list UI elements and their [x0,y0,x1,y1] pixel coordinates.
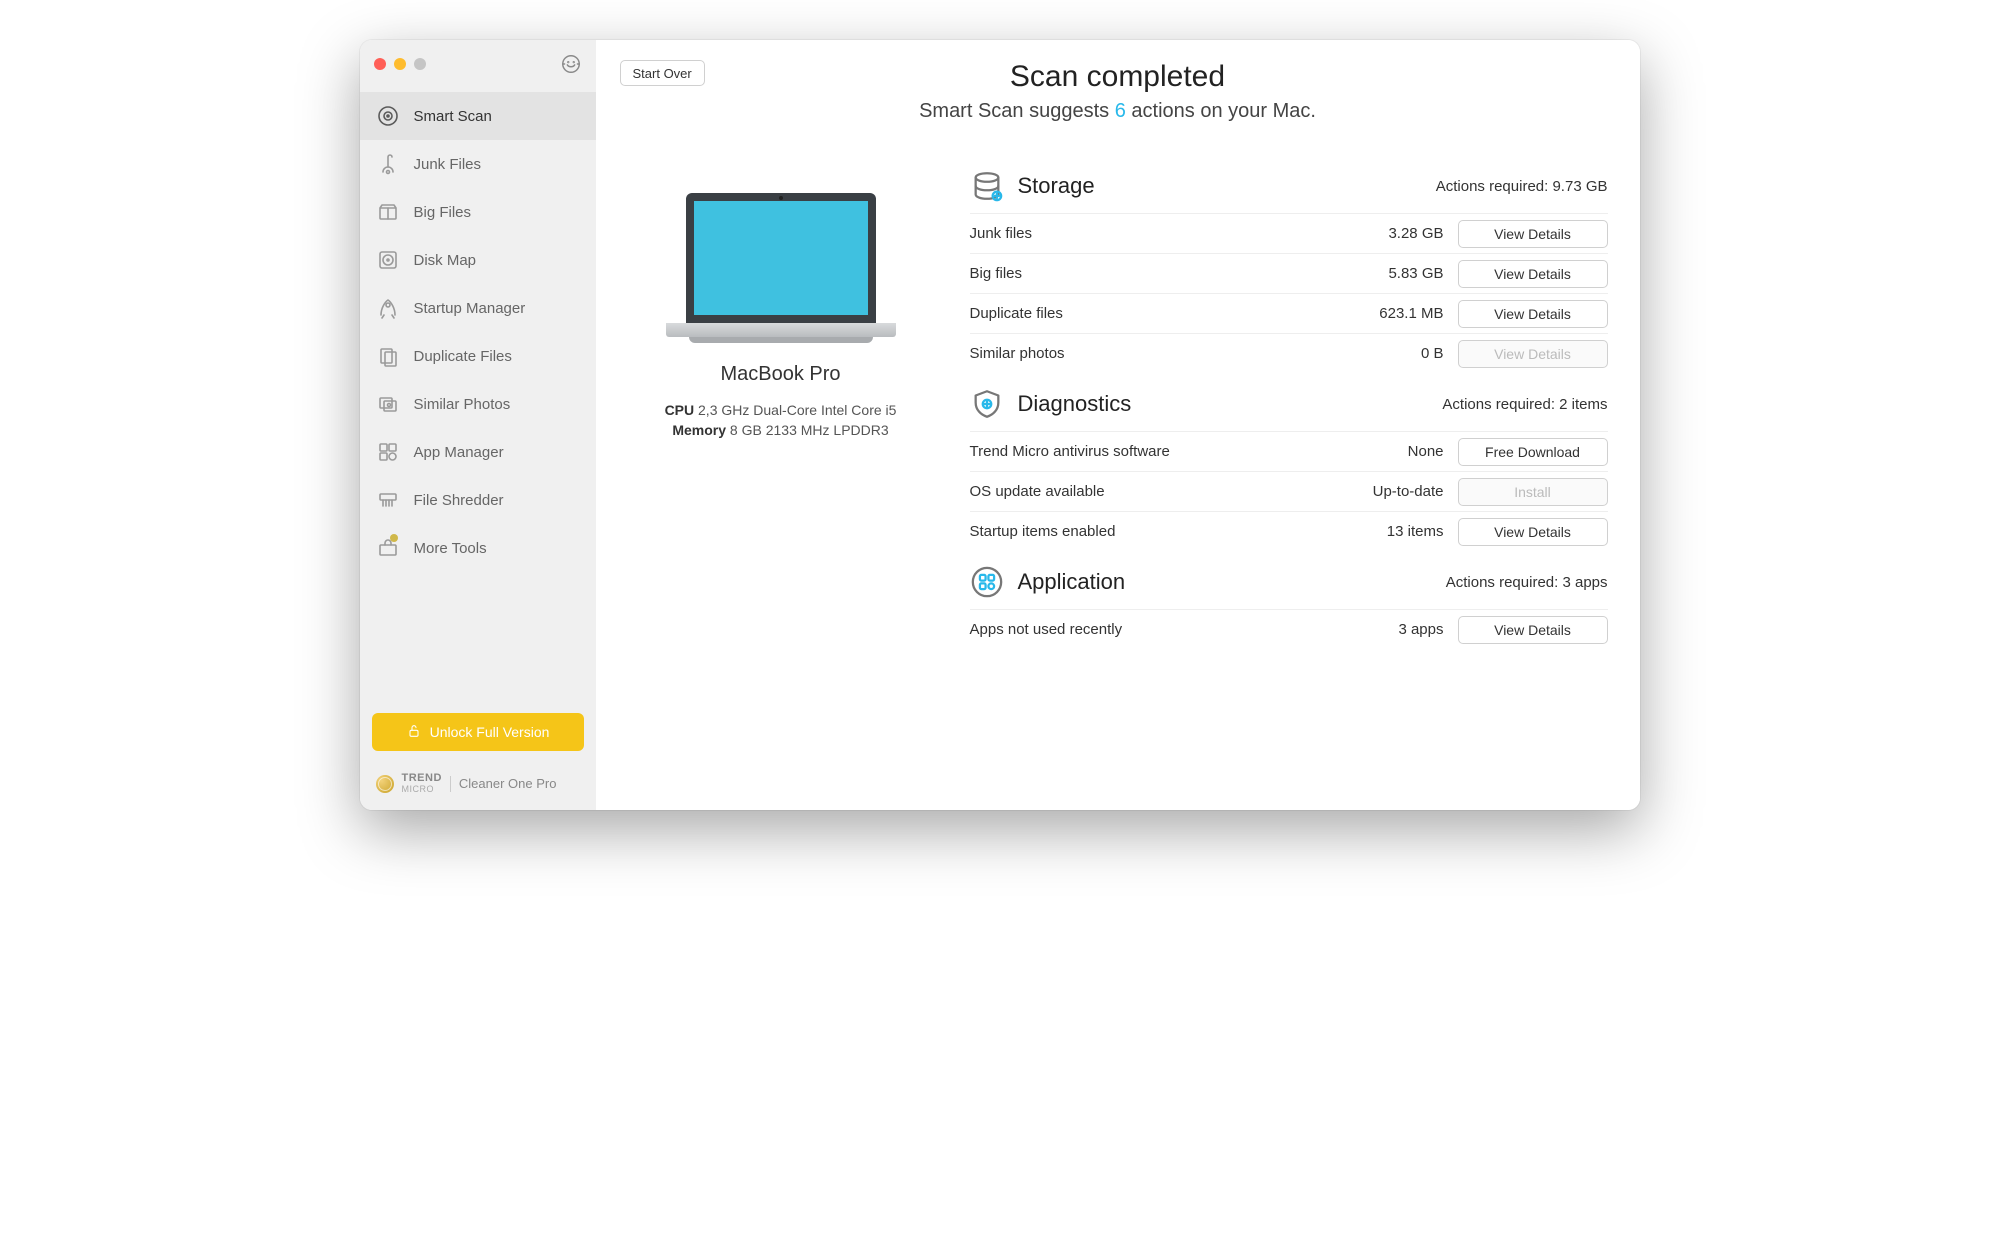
disk-icon [376,248,400,272]
section-title: Application [1018,569,1126,595]
window-controls [374,58,426,70]
apps-icon [376,440,400,464]
section-title: Storage [1018,173,1095,199]
free-download-button[interactable]: Free Download [1458,438,1608,466]
sidebar-item-similar-photos[interactable]: Similar Photos [360,380,596,428]
app-window: Smart Scan Junk Files Big Files Disk Map… [360,40,1640,810]
sidebar-bottom: Unlock Full Version [360,701,596,763]
sidebar-item-smart-scan[interactable]: Smart Scan [360,92,596,140]
storage-icon [970,169,1004,203]
start-over-button[interactable]: Start Over [620,60,705,86]
sidebar-nav: Smart Scan Junk Files Big Files Disk Map… [360,88,596,701]
section-meta: Actions required: 9.73 GB [1436,178,1608,195]
row-big-files: Big files 5.83 GB View Details [970,253,1608,293]
row-antivirus: Trend Micro antivirus software None Free… [970,431,1608,471]
brand-name: TREND MICRO [402,773,442,794]
section-storage: Storage Actions required: 9.73 GB Junk f… [970,163,1608,373]
vacuum-icon [376,152,400,176]
row-value: 3.28 GB [1338,225,1458,242]
minimize-window[interactable] [394,58,406,70]
row-startup-items: Startup items enabled 13 items View Deta… [970,511,1608,551]
row-value: Up-to-date [1338,483,1458,500]
brand-divider [450,776,451,792]
target-icon [376,104,400,128]
row-junk-files: Junk files 3.28 GB View Details [970,213,1608,253]
sidebar-item-duplicate-files[interactable]: Duplicate Files [360,332,596,380]
memory-spec: Memory 8 GB 2133 MHz LPDDR3 [616,422,946,438]
duplicate-icon [376,344,400,368]
sidebar-item-disk-map[interactable]: Disk Map [360,236,596,284]
row-duplicate-files: Duplicate files 623.1 MB View Details [970,293,1608,333]
sidebar-item-label: Smart Scan [414,108,492,125]
diagnostics-icon [970,387,1004,421]
main-panel: Start Over Scan completed Smart Scan sug… [596,40,1640,810]
row-value: 623.1 MB [1338,305,1458,322]
content: MacBook Pro CPU 2,3 GHz Dual-Core Intel … [596,133,1640,810]
sidebar-item-label: Similar Photos [414,396,511,413]
action-count: 6 [1115,100,1126,122]
row-value: 0 B [1338,345,1458,362]
page-title: Scan completed [628,60,1608,94]
sidebar: Smart Scan Junk Files Big Files Disk Map… [360,40,596,810]
sidebar-item-label: Startup Manager [414,300,526,317]
unlock-full-version-button[interactable]: Unlock Full Version [372,713,584,751]
row-similar-photos: Similar photos 0 B View Details [970,333,1608,373]
sidebar-item-more-tools[interactable]: More Tools [360,524,596,572]
shredder-icon [376,488,400,512]
section-application: Application Actions required: 3 apps App… [970,559,1608,649]
product-name: Cleaner One Pro [459,776,557,791]
results-panel: Storage Actions required: 9.73 GB Junk f… [970,163,1608,790]
view-details-button: View Details [1458,340,1608,368]
sidebar-item-big-files[interactable]: Big Files [360,188,596,236]
cpu-spec: CPU 2,3 GHz Dual-Core Intel Core i5 [616,402,946,418]
sidebar-item-startup-manager[interactable]: Startup Manager [360,284,596,332]
sidebar-item-label: File Shredder [414,492,504,509]
sidebar-item-junk-files[interactable]: Junk Files [360,140,596,188]
support-icon[interactable] [560,53,582,75]
row-value: 13 items [1338,523,1458,540]
row-value: 5.83 GB [1338,265,1458,282]
lock-open-icon [406,723,422,742]
sidebar-item-label: More Tools [414,540,487,557]
unlock-label: Unlock Full Version [430,724,550,740]
sidebar-item-file-shredder[interactable]: File Shredder [360,476,596,524]
main-header: Start Over Scan completed Smart Scan sug… [596,40,1640,133]
box-icon [376,200,400,224]
view-details-button[interactable]: View Details [1458,220,1608,248]
section-meta: Actions required: 2 items [1442,396,1607,413]
view-details-button[interactable]: View Details [1458,518,1608,546]
sidebar-item-label: Disk Map [414,252,477,269]
application-icon [970,565,1004,599]
sidebar-item-label: Big Files [414,204,472,221]
maximize-window[interactable] [414,58,426,70]
trend-micro-logo-icon [376,775,394,793]
sidebar-item-label: Junk Files [414,156,482,173]
laptop-illustration [666,193,896,343]
view-details-button[interactable]: View Details [1458,260,1608,288]
row-value: None [1338,443,1458,460]
close-window[interactable] [374,58,386,70]
section-title: Diagnostics [1018,391,1132,417]
rocket-icon [376,296,400,320]
sidebar-item-label: Duplicate Files [414,348,512,365]
section-diagnostics: Diagnostics Actions required: 2 items Tr… [970,381,1608,551]
sidebar-item-label: App Manager [414,444,504,461]
titlebar [360,40,596,88]
device-name: MacBook Pro [616,363,946,386]
row-apps-not-used: Apps not used recently 3 apps View Detai… [970,609,1608,649]
brand-footer: TREND MICRO Cleaner One Pro [360,763,596,810]
view-details-button[interactable]: View Details [1458,300,1608,328]
section-meta: Actions required: 3 apps [1446,574,1608,591]
row-os-update: OS update available Up-to-date Install [970,471,1608,511]
install-button: Install [1458,478,1608,506]
view-details-button[interactable]: View Details [1458,616,1608,644]
photos-icon [376,392,400,416]
row-value: 3 apps [1338,621,1458,638]
device-panel: MacBook Pro CPU 2,3 GHz Dual-Core Intel … [616,163,946,790]
sidebar-item-app-manager[interactable]: App Manager [360,428,596,476]
page-subtitle: Smart Scan suggests 6 actions on your Ma… [628,100,1608,123]
notification-dot [390,534,398,542]
